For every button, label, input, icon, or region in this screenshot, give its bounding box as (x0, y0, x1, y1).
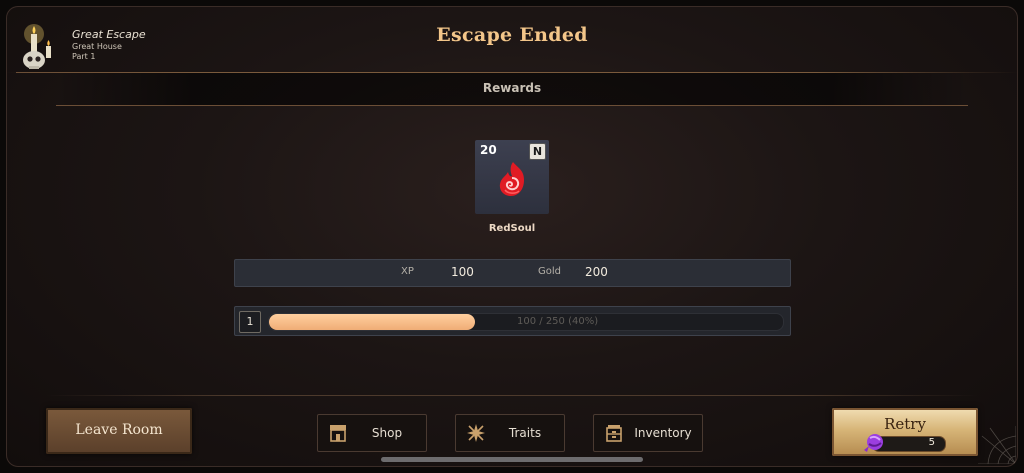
retry-cost-value: 5 (928, 437, 935, 448)
shop-label: Shop (371, 426, 403, 440)
level-progress-panel: 1 100 / 250 (40%) (234, 306, 791, 336)
xp-value: 100 (451, 265, 474, 279)
retry-label: Retry (884, 415, 926, 433)
traits-label: Traits (508, 426, 542, 440)
item-name: RedSoul (488, 223, 536, 234)
traits-icon (467, 424, 485, 442)
level-number: 1 (239, 311, 261, 333)
inventory-icon (606, 425, 622, 442)
xp-progress-track: 100 / 250 (40%) (268, 313, 784, 331)
retry-button[interactable]: Retry 5 (832, 408, 978, 456)
traits-button[interactable]: Traits (455, 414, 565, 452)
rewards-label: Rewards (482, 81, 542, 95)
location-part: Part 1 (72, 52, 96, 61)
shop-button[interactable]: Shop (317, 414, 427, 452)
candy-icon (864, 434, 883, 452)
xp-label: XP (401, 266, 414, 277)
page-title: Escape Ended (436, 24, 588, 46)
home-indicator[interactable] (381, 457, 643, 462)
spider-web-icon (978, 426, 1016, 464)
item-rarity-badge: N (529, 143, 546, 160)
rewards-header: Rewards (56, 73, 968, 106)
inventory-button[interactable]: Inventory (593, 414, 703, 452)
shop-icon (330, 425, 346, 442)
rewards-stats-panel: XP 100 Gold 200 (234, 259, 791, 287)
gold-label: Gold (538, 266, 561, 277)
result-screen: Great Escape Great House Part 1 Escape E… (6, 6, 1018, 467)
footer-divider (46, 395, 978, 396)
xp-progress-fill (269, 314, 475, 330)
xp-progress-text: 100 / 250 (40%) (517, 316, 599, 327)
item-quantity: 20 (480, 143, 497, 157)
red-soul-icon (499, 162, 524, 196)
leave-room-button[interactable]: Leave Room (46, 408, 192, 454)
reward-item-card[interactable]: 20 N (475, 140, 549, 214)
leave-room-label: Leave Room (75, 422, 163, 438)
gold-value: 200 (585, 265, 608, 279)
inventory-label: Inventory (634, 426, 692, 440)
